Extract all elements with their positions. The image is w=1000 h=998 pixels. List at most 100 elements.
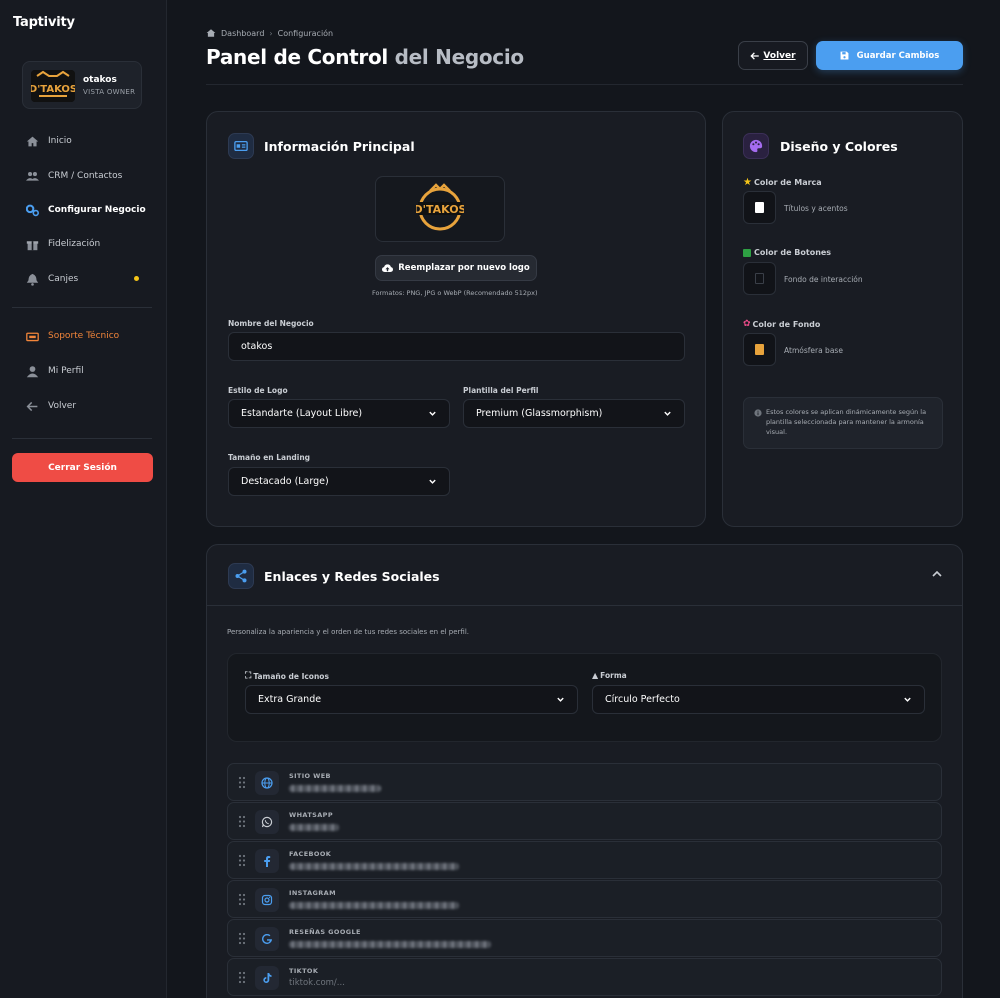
background-color-desc: Atmósfera base (784, 346, 843, 355)
button-color-picker[interactable] (743, 262, 776, 295)
notification-dot (134, 276, 139, 281)
social-row-tiktok[interactable]: TIKTOK tiktok.com/... (227, 958, 942, 996)
brand-color-desc: Títulos y acentos (784, 204, 848, 213)
landing-size-select[interactable]: Destacado (Large) (228, 467, 450, 496)
sidebar-item-inicio[interactable]: Inicio (25, 132, 72, 150)
logo-style-label: Estilo de Logo (228, 386, 288, 395)
breadcrumb-dashboard[interactable]: Dashboard (221, 29, 264, 38)
social-row-facebook[interactable]: FACEBOOK (227, 841, 942, 879)
sidebar-item-fidelizacion[interactable]: Fidelización (25, 235, 100, 253)
sidebar-divider (12, 307, 152, 308)
arrow-left-icon (750, 51, 760, 60)
social-row-label: INSTAGRAM (289, 889, 336, 897)
social-row-google-reviews[interactable]: RESEÑAS GOOGLE (227, 919, 942, 957)
whatsapp-icon (255, 810, 279, 834)
save-button[interactable]: Guardar Cambios (816, 41, 963, 70)
replace-logo-button[interactable]: Reemplazar por nuevo logo (375, 255, 537, 281)
business-name-input[interactable]: otakos (228, 332, 685, 361)
colors-info-box: Estos colores se aplican dinámicamente s… (743, 397, 943, 449)
drag-handle-icon[interactable] (238, 815, 246, 828)
brand-logo[interactable]: Taptivity (13, 15, 75, 30)
social-row-label: FACEBOOK (289, 850, 332, 858)
logout-button[interactable]: Cerrar Sesión (12, 453, 153, 482)
chevron-up-icon[interactable] (930, 567, 944, 581)
users-icon (25, 169, 40, 184)
icon-size-select[interactable]: Extra Grande (245, 685, 578, 714)
floppy-disk-icon (840, 51, 849, 60)
chevron-down-icon (557, 697, 564, 702)
chevron-down-icon (429, 411, 436, 416)
bell-icon (25, 272, 40, 287)
background-color-label: ✿ Color de Fondo (743, 319, 821, 329)
brand-color-label: ★ Color de Marca (743, 177, 822, 188)
button-color-desc: Fondo de interacción (784, 275, 863, 284)
background-color-picker[interactable] (743, 333, 776, 366)
sidebar-item-label: Canjes (48, 274, 79, 284)
drag-handle-icon[interactable] (238, 971, 246, 984)
social-row-instagram[interactable]: INSTAGRAM (227, 880, 942, 918)
social-card: Enlaces y Redes Sociales Personaliza la … (206, 544, 963, 998)
chevron-down-icon (904, 697, 911, 702)
button-color-label: Color de Botones (743, 248, 831, 257)
sidebar-item-crm[interactable]: CRM / Contactos (25, 167, 122, 185)
redacted-url[interactable] (289, 941, 491, 948)
sidebar-item-volver[interactable]: Volver (25, 397, 76, 415)
sidebar: Taptivity D'TAKOS otakos VISTA OWNER Ini… (0, 0, 167, 998)
ticket-icon (25, 329, 40, 344)
palette-icon (743, 133, 769, 159)
square-icon (743, 248, 751, 257)
sidebar-item-label: Configurar Negocio (48, 205, 146, 215)
arrow-left-icon (25, 399, 40, 414)
template-select[interactable]: Premium (Glassmorphism) (463, 399, 685, 428)
card-title: Diseño y Colores (780, 139, 898, 154)
svg-text:D'TAKOS: D'TAKOS (416, 203, 464, 216)
breadcrumb: Dashboard › Configuración (206, 28, 333, 38)
redacted-url[interactable] (289, 785, 381, 792)
social-row-label: SITIO WEB (289, 772, 331, 780)
logo-style-select[interactable]: Estandarte (Layout Libre) (228, 399, 450, 428)
size-label: Tamaño en Landing (228, 453, 311, 462)
card-title: Enlaces y Redes Sociales (264, 569, 440, 584)
tiktok-url-input[interactable]: tiktok.com/... (289, 978, 345, 988)
icon-size-label: ⛶ Tamaño de Iconos (245, 671, 329, 681)
redacted-url[interactable] (289, 863, 459, 870)
tiktok-icon (255, 966, 279, 990)
sidebar-item-mi-perfil[interactable]: Mi Perfil (25, 362, 84, 380)
card-title: Información Principal (264, 139, 415, 154)
home-icon (25, 134, 40, 149)
chevron-down-icon (429, 479, 436, 484)
name-label: Nombre del Negocio (228, 319, 314, 328)
facebook-icon (255, 849, 279, 873)
info-card: Información Principal D'TAKOS Reemplazar… (206, 111, 706, 527)
star-icon: ★ (743, 177, 752, 188)
globe-icon (255, 771, 279, 795)
home-icon (206, 29, 216, 37)
brand-color-picker[interactable] (743, 191, 776, 224)
info-icon (754, 409, 762, 417)
social-row-label: TIKTOK (289, 967, 319, 975)
shape-select[interactable]: Círculo Perfecto (592, 685, 925, 714)
redacted-url[interactable] (289, 902, 459, 909)
icon-settings-panel: ⛶ Tamaño de Iconos Extra Grande ▲ Forma Cí… (227, 653, 942, 742)
drag-handle-icon[interactable] (238, 932, 246, 945)
drag-handle-icon[interactable] (238, 776, 246, 789)
formats-hint: Formatos: PNG, JPG o WebP (Recomendado 5… (372, 289, 538, 297)
sidebar-item-canjes[interactable]: Canjes (25, 270, 78, 288)
business-logo: D'TAKOS (31, 70, 75, 102)
back-button[interactable]: Volver (738, 41, 808, 70)
drag-handle-icon[interactable] (238, 893, 246, 906)
business-card[interactable]: D'TAKOS otakos VISTA OWNER (22, 61, 142, 109)
google-icon (255, 927, 279, 951)
drag-handle-icon[interactable] (238, 854, 246, 867)
svg-text:D'TAKOS: D'TAKOS (31, 84, 75, 95)
social-row-website[interactable]: SITIO WEB (227, 763, 942, 801)
paint-icon: ✿ (743, 319, 751, 329)
redacted-url[interactable] (289, 824, 339, 831)
sidebar-item-configurar-negocio[interactable]: Configurar Negocio (25, 201, 146, 219)
sidebar-item-soporte[interactable]: Soporte Técnico (25, 327, 119, 345)
header-divider (206, 84, 963, 85)
social-row-whatsapp[interactable]: WHATSAPP (227, 802, 942, 840)
sidebar-item-label: Inicio (48, 136, 72, 146)
sidebar-divider (12, 438, 152, 439)
expand-icon: ⛶ (245, 671, 252, 681)
